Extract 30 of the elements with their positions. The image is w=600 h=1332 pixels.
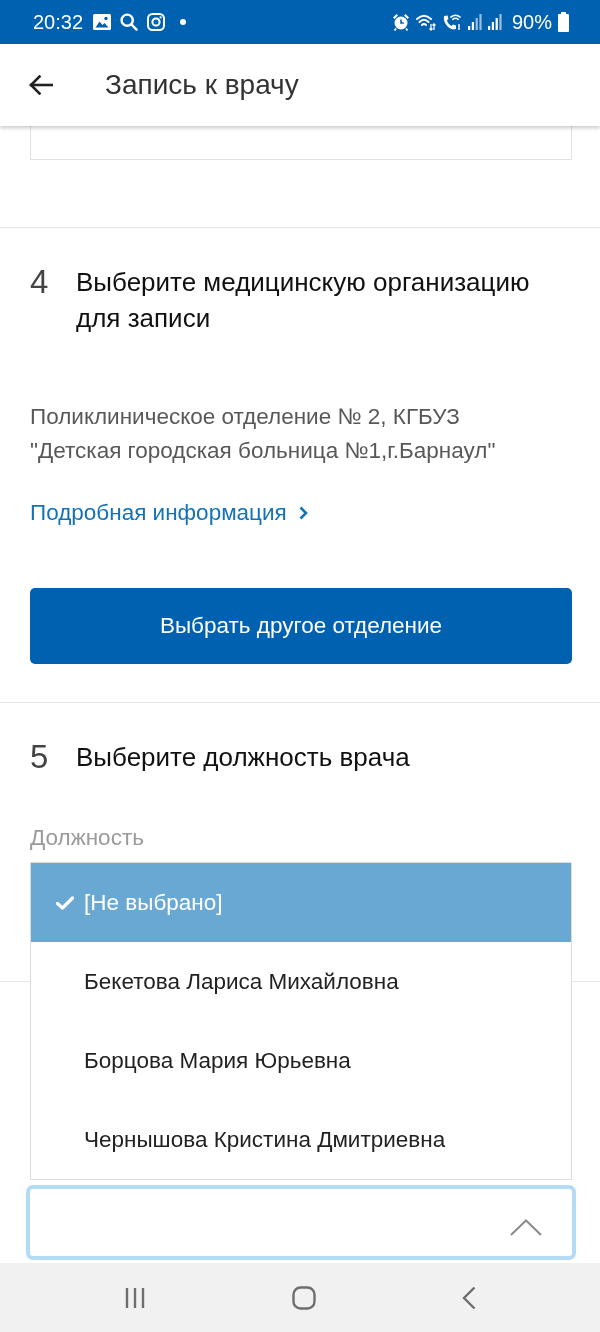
battery-percent: 90% [511,10,552,34]
back-icon[interactable] [462,1285,476,1310]
dot-icon [180,19,187,25]
search-icon [120,13,139,31]
camera-icon [147,13,166,31]
check-icon [56,895,74,910]
step-title: Выберите должность врача [76,741,410,774]
step-number: 5 [30,739,50,775]
step-title: Выберите медицинскую организацию для записи [76,266,531,335]
back-arrow-icon[interactable] [29,75,53,95]
select-field[interactable] [26,1185,576,1260]
battery-icon [558,12,569,32]
wifi-call-icon [441,13,462,31]
field-label: Должность [30,824,145,852]
chevron-right-icon [298,506,308,520]
screen-title: Запись к врачу [105,69,299,101]
details-link[interactable]: Подробная информация [30,496,308,530]
input-field[interactable] [30,126,572,160]
recent-apps-icon[interactable] [124,1286,146,1309]
status-time: 20:32 [33,10,84,34]
image-icon [93,14,112,30]
home-icon[interactable] [292,1285,316,1310]
step-number: 4 [30,264,50,300]
organization-address: Поликлиническое отделение № 2, КГБУЗ "Детская городская больница №1,г.Барнаул" [30,403,497,465]
signal-icon [487,14,502,30]
wifi-icon [415,13,436,31]
alarm-clock-icon [391,13,410,31]
signal-icon [467,14,482,30]
chevron-up-icon [510,1219,542,1236]
choose-branch-button[interactable]: Выбрать другое отделение [30,588,572,664]
